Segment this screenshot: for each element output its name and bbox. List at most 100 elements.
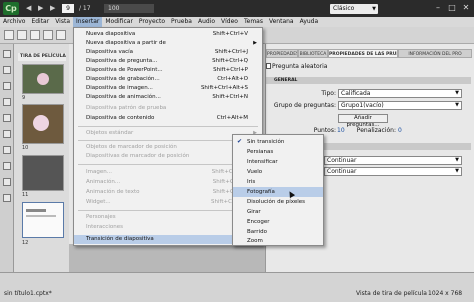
- menu-ayuda[interactable]: Ayuda: [297, 17, 322, 27]
- menu-item-diapositiva-animacion[interactable]: Diapositiva de animación... Shift+Ctrl+N: [74, 93, 262, 102]
- menu-separator: [78, 210, 258, 211]
- new-icon[interactable]: [4, 30, 14, 40]
- current-slide-input[interactable]: 9: [62, 4, 74, 13]
- save-icon[interactable]: [17, 30, 27, 40]
- menu-item-label: Animación de texto: [86, 189, 140, 195]
- menu-item-diapositiva-grabacion[interactable]: Diapositiva de grabación... Ctrl+Alt+O: [74, 75, 262, 84]
- select-tool-icon[interactable]: [3, 50, 11, 58]
- video-tool-icon[interactable]: [3, 178, 11, 186]
- transition-zoom[interactable]: Zoom: [233, 236, 323, 246]
- action-select-2[interactable]: Continuar ▼: [324, 167, 462, 176]
- shape-tool-icon[interactable]: [3, 98, 11, 106]
- step-icon[interactable]: ▶: [50, 4, 55, 13]
- tab-propiedades[interactable]: PROPIEDADES: [266, 49, 298, 58]
- tab-propiedades-pruebas[interactable]: PROPIEDADES DE LAS PRUEBAS: [328, 49, 398, 58]
- penalizacion-value[interactable]: 0: [398, 127, 402, 134]
- button-tool-icon[interactable]: [3, 130, 11, 138]
- preview-icon[interactable]: [56, 30, 66, 40]
- slide-number: 11: [22, 192, 29, 198]
- menu-item-diapositiva-vacia[interactable]: Diapositiva vacía Shift+Ctrl+J: [74, 48, 262, 57]
- transition-label: Zoom: [247, 238, 263, 244]
- properties-title: Pregunta aleatoria: [272, 63, 328, 70]
- tab-biblioteca[interactable]: BIBLIOTECA: [298, 49, 328, 58]
- menu-item-patron-prueba[interactable]: Diapositiva patrón de prueba: [74, 104, 262, 113]
- action-select-1[interactable]: Continuar ▼: [324, 156, 462, 165]
- timeline[interactable]: [69, 244, 265, 272]
- transition-label: Vuelo: [247, 169, 263, 175]
- menu-proyecto[interactable]: Proyecto: [136, 17, 168, 27]
- transition-disolucion-pixeles[interactable]: Disolución de píxeles: [233, 197, 323, 207]
- menu-item-diapositiva-contenido[interactable]: Diapositiva de contenido Ctrl+Alt+M: [74, 114, 262, 123]
- tab-informacion-proyecto[interactable]: INFORMACIÓN DEL PRO: [398, 49, 472, 58]
- menu-archivo[interactable]: Archivo: [0, 17, 28, 27]
- transition-label: Intensificar: [247, 159, 278, 165]
- puntos-value[interactable]: 10: [337, 127, 345, 134]
- menu-insertar[interactable]: Insertar: [73, 17, 103, 27]
- menu-modificar[interactable]: Modificar: [102, 17, 136, 27]
- menu-item-label: Personajes: [86, 214, 116, 220]
- status-resolution: 1024 x 768: [428, 290, 463, 297]
- transition-persianas[interactable]: Persianas: [233, 147, 323, 157]
- zoom-select[interactable]: 100: [104, 4, 154, 13]
- menu-item-diapositiva-imagen[interactable]: Diapositiva de imagen... Shift+Ctrl+Alt+S: [74, 84, 262, 93]
- grupo-select[interactable]: Grupo1(vacío) ▼: [338, 101, 462, 110]
- transition-encoger[interactable]: Encoger: [233, 217, 323, 227]
- workspace-select-label: Clásico: [333, 5, 355, 12]
- text-tool-icon[interactable]: [3, 66, 11, 74]
- image-tool-icon[interactable]: [3, 146, 11, 154]
- menu-item-shortcut: Shift+Ctrl+J: [214, 49, 248, 55]
- transition-girar[interactable]: Girar: [233, 207, 323, 217]
- flower-image: [37, 73, 49, 85]
- transition-iris[interactable]: Iris: [233, 177, 323, 187]
- menu-ventana[interactable]: Ventana: [266, 17, 297, 27]
- menu-item-label: Animación...: [86, 179, 121, 185]
- menu-audio[interactable]: Audio: [195, 17, 218, 27]
- status-bar: [0, 272, 474, 302]
- menu-item-shortcut: Shift+Ctrl+P: [213, 67, 248, 73]
- transition-fotografia[interactable]: Fotografía: [233, 187, 323, 197]
- close-icon[interactable]: ✕: [460, 3, 472, 13]
- slide-thumbnail[interactable]: [22, 104, 64, 144]
- chevron-down-icon: ▼: [455, 102, 459, 108]
- slide-thumbnail[interactable]: [22, 155, 64, 191]
- minimize-icon[interactable]: –: [432, 3, 444, 13]
- transition-label: Encoger: [247, 219, 270, 225]
- menu-item-diapositiva-pregunta[interactable]: Diapositiva de pregunta... Shift+Ctrl+Q: [74, 57, 262, 66]
- add-questions-button[interactable]: Añadir preguntas...: [338, 114, 388, 128]
- menu-video[interactable]: Vídeo: [218, 17, 241, 27]
- menu-editar[interactable]: Editar: [28, 17, 52, 27]
- menu-item-diapositiva-powerpoint[interactable]: Diapositiva de PowerPoint... Shift+Ctrl+P: [74, 66, 262, 75]
- click-box-icon[interactable]: [3, 114, 11, 122]
- menu-item-nueva-diapositiva[interactable]: Nueva diapositiva Shift+Ctrl+V: [74, 30, 262, 39]
- slide-number: 12: [22, 240, 29, 246]
- menu-item-shortcut: Ctrl+Alt+M: [216, 115, 248, 121]
- transition-vuelo[interactable]: Vuelo: [233, 167, 323, 177]
- undo-icon[interactable]: [30, 30, 40, 40]
- menu-prueba[interactable]: Prueba: [168, 17, 195, 27]
- maximize-icon[interactable]: □: [446, 3, 458, 13]
- transition-intensificar[interactable]: Intensificar: [233, 157, 323, 167]
- tipo-select[interactable]: Calificada ▼: [338, 89, 462, 98]
- zoom-tool-icon[interactable]: [3, 194, 11, 202]
- section-general[interactable]: GENERAL: [266, 77, 471, 84]
- slide-thumbnail[interactable]: [22, 64, 64, 94]
- status-view-mode: Vista de tira de película: [356, 290, 427, 297]
- filmstrip-tab[interactable]: TIRA DE PELÍCULA: [18, 53, 66, 61]
- menu-item-label: Diapositiva de grabación...: [86, 76, 160, 82]
- animation-tool-icon[interactable]: [3, 162, 11, 170]
- back-arrow-icon[interactable]: ◀: [26, 4, 31, 13]
- redo-icon[interactable]: [43, 30, 53, 40]
- highlight-tool-icon[interactable]: [3, 82, 11, 90]
- transition-sin-transicion[interactable]: ✔ Sin transición: [233, 137, 323, 147]
- menu-item-label: Diapositiva de animación...: [86, 94, 161, 100]
- slide-thumbnail-selected[interactable]: [22, 202, 64, 238]
- menu-separator: [78, 126, 258, 127]
- chevron-down-icon: ▼: [372, 6, 376, 12]
- slide-number: 10: [22, 145, 29, 151]
- transition-label: Sin transición: [247, 139, 285, 145]
- menu-item-nueva-diapositiva-desde[interactable]: Nueva diapositiva a partir de ▶: [74, 39, 262, 48]
- menu-temas[interactable]: Temas: [241, 17, 266, 27]
- workspace-select[interactable]: Clásico ▼: [330, 4, 378, 14]
- menu-vista[interactable]: Vista: [52, 17, 73, 27]
- forward-arrow-icon[interactable]: ▶: [38, 4, 43, 13]
